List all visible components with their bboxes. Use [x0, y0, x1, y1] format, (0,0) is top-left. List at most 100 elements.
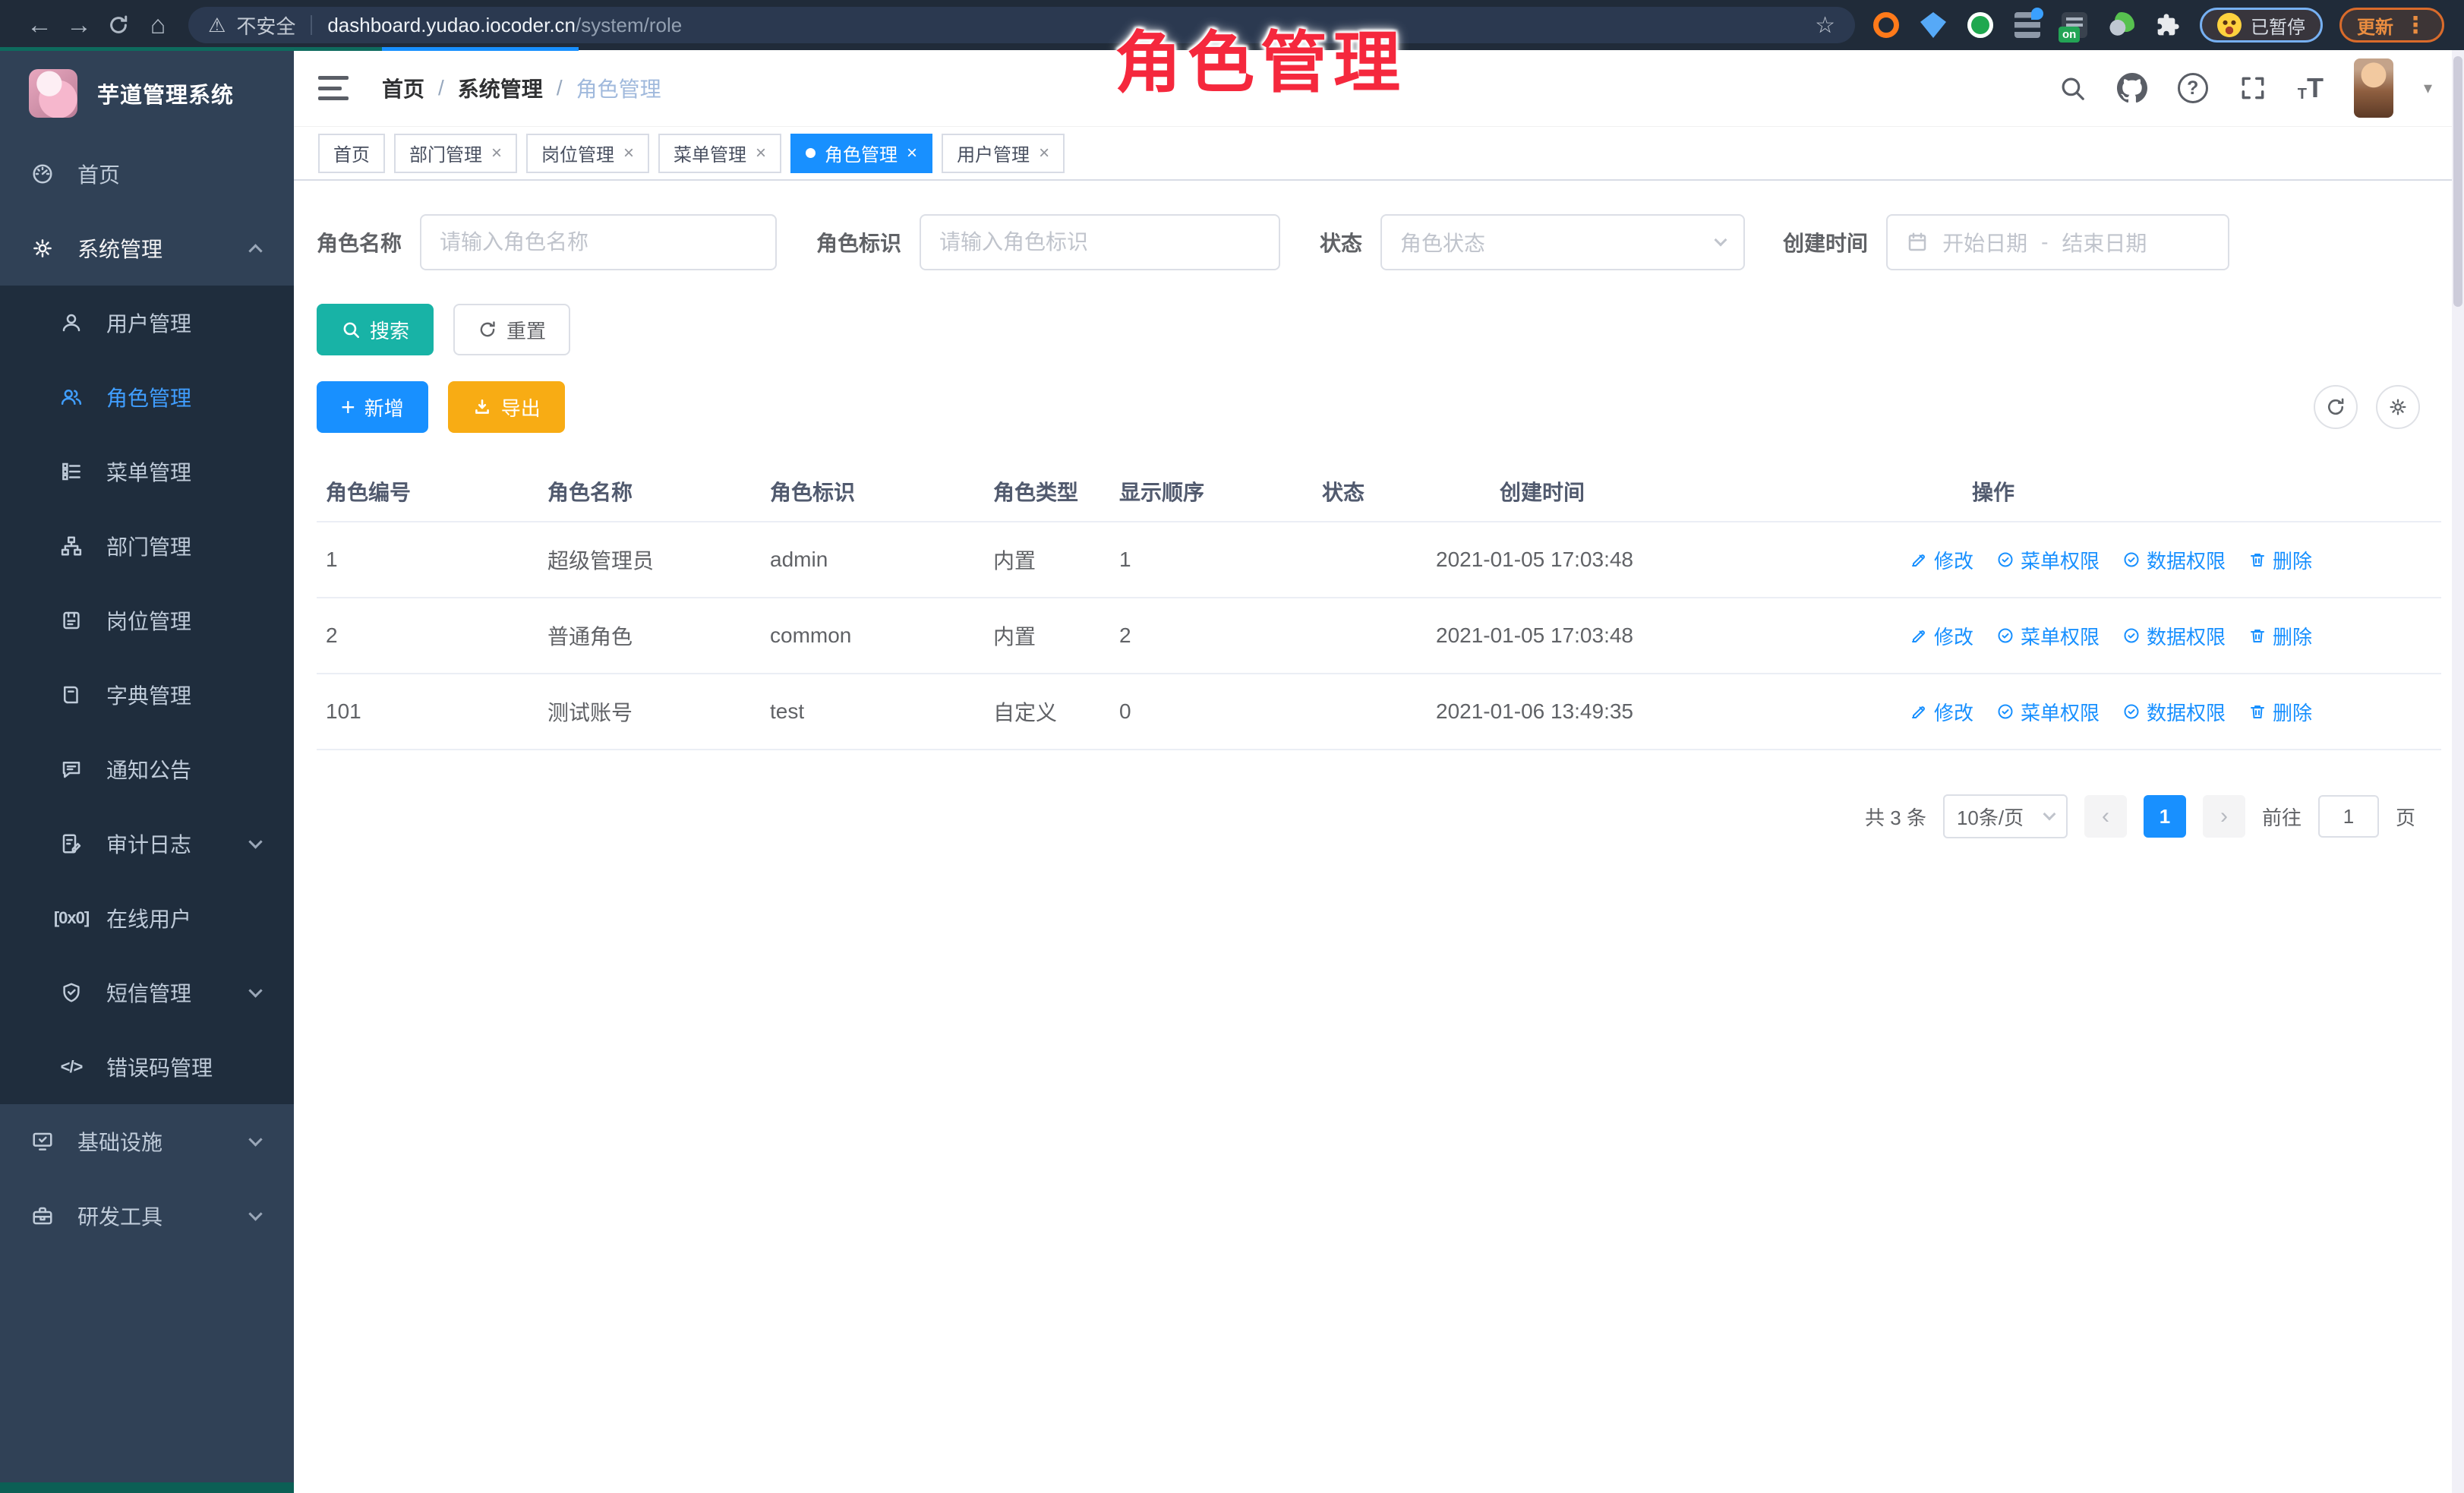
sidebar-item-sms-mgmt[interactable]: 短信管理: [0, 955, 294, 1030]
active-tab-dot: [806, 148, 816, 158]
search-icon[interactable]: [2058, 74, 2087, 103]
extensions-puzzle-icon[interactable]: [2156, 13, 2180, 37]
extension-gem-icon[interactable]: [1920, 12, 1946, 38]
data-permission-link[interactable]: 数据权限: [2122, 698, 2226, 726]
tab-close-icon[interactable]: ×: [491, 143, 502, 164]
prev-page-button[interactable]: ‹: [2084, 795, 2127, 838]
tab-user-mgmt[interactable]: 用户管理 ×: [942, 134, 1065, 173]
sidebar-item-online-users[interactable]: [0x0] 在线用户: [0, 881, 294, 955]
shield-check-icon: [59, 981, 84, 1004]
sidebar-item-audit-log[interactable]: 审计日志: [0, 806, 294, 881]
breadcrumb-home[interactable]: 首页: [382, 73, 424, 103]
menu-permission-link[interactable]: 菜单权限: [1996, 546, 2100, 574]
sidebar-item-role-mgmt[interactable]: 角色管理: [0, 360, 294, 434]
sidebar-logo-row[interactable]: 芋道管理系统: [0, 50, 294, 137]
address-bar[interactable]: ⚠ 不安全 dashboard.yudao.iocoder.cn/system/…: [188, 7, 1855, 43]
end-date-placeholder[interactable]: 结束日期: [2062, 227, 2147, 257]
user-avatar[interactable]: [2354, 58, 2393, 118]
bookmark-star-icon[interactable]: ☆: [1815, 12, 1835, 39]
start-date-placeholder[interactable]: 开始日期: [1942, 227, 2027, 257]
goto-page-input[interactable]: [2318, 795, 2379, 838]
browser-home-icon[interactable]: ⌂: [138, 11, 178, 40]
edit-link[interactable]: 修改: [1910, 546, 1973, 574]
page-size-value: 10条/页: [1957, 803, 2024, 831]
help-icon[interactable]: ?: [2178, 73, 2208, 103]
refresh-icon-button[interactable]: [2314, 385, 2358, 429]
export-button[interactable]: 导出: [448, 381, 565, 433]
sidebar-item-infrastructure[interactable]: 基础设施: [0, 1104, 294, 1179]
browser-reload-icon[interactable]: [99, 14, 138, 36]
tab-close-icon[interactable]: ×: [756, 143, 766, 164]
col-create-time: 创建时间: [1427, 476, 1864, 507]
browser-back-icon[interactable]: ←: [20, 11, 59, 40]
sidebar-submenu-system: 用户管理 角色管理 菜单管理 部门管理 岗位管理: [0, 286, 294, 1104]
tab-post-mgmt[interactable]: 岗位管理 ×: [526, 134, 649, 173]
sidebar-item-system-mgmt[interactable]: 系统管理: [0, 211, 294, 286]
breadcrumb: 首页 / 系统管理 / 角色管理: [382, 73, 661, 103]
goto-label: 前往: [2262, 803, 2302, 831]
edit-link[interactable]: 修改: [1910, 622, 1973, 650]
delete-link[interactable]: 删除: [2248, 622, 2312, 650]
date-range-picker[interactable]: 开始日期 - 结束日期: [1886, 214, 2229, 270]
profile-paused-chip[interactable]: 已暂停: [2200, 8, 2323, 43]
extension-orange-icon[interactable]: [1873, 12, 1899, 38]
page-scrollbar[interactable]: [2452, 50, 2464, 1493]
sidebar-item-dict-mgmt[interactable]: 字典管理: [0, 658, 294, 732]
chevron-down-icon: [248, 983, 262, 997]
menu-permission-link[interactable]: 菜单权限: [1996, 698, 2100, 726]
sidebar-item-error-code[interactable]: </> 错误码管理: [0, 1030, 294, 1104]
table-row: 1 超级管理员 admin 内置 1 2021-01-05 17:03:48 修…: [317, 522, 2441, 598]
page-size-select[interactable]: 10条/页: [1943, 794, 2068, 838]
tab-menu-mgmt[interactable]: 菜单管理 ×: [658, 134, 781, 173]
avatar-caret-down-icon[interactable]: ▾: [2424, 78, 2432, 98]
table-row: 2 普通角色 common 内置 2 2021-01-05 17:03:48 修…: [317, 598, 2441, 674]
hamburger-icon[interactable]: [318, 76, 349, 100]
github-icon[interactable]: [2117, 73, 2147, 103]
sidebar-item-menu-mgmt[interactable]: 菜单管理: [0, 434, 294, 509]
data-permission-link[interactable]: 数据权限: [2122, 546, 2226, 574]
sidebar-item-post-mgmt[interactable]: 岗位管理: [0, 583, 294, 658]
fullscreen-icon[interactable]: [2238, 74, 2267, 103]
sidebar-item-devtools[interactable]: 研发工具: [0, 1179, 294, 1253]
current-page-button[interactable]: 1: [2144, 795, 2186, 838]
extension-sprout-icon[interactable]: [2109, 12, 2134, 38]
extension-proxy-icon[interactable]: on: [2062, 12, 2087, 38]
status-select[interactable]: 角色状态: [1380, 214, 1745, 270]
col-role-type: 角色类型: [984, 476, 1110, 507]
tab-dept-mgmt[interactable]: 部门管理 ×: [394, 134, 517, 173]
data-permission-link[interactable]: 数据权限: [2122, 622, 2226, 650]
menu-permission-link[interactable]: 菜单权限: [1996, 622, 2100, 650]
pagination: 共 3 条 10条/页 ‹ 1 › 前往 页: [317, 794, 2441, 838]
tab-home[interactable]: 首页: [318, 134, 385, 173]
sidebar-item-dept-mgmt[interactable]: 部门管理: [0, 509, 294, 583]
tab-close-icon[interactable]: ×: [1039, 143, 1049, 164]
delete-link[interactable]: 删除: [2248, 698, 2312, 726]
tab-role-mgmt[interactable]: 角色管理 ×: [790, 134, 932, 173]
extension-green-check-icon[interactable]: [1967, 12, 1993, 38]
browser-forward-icon[interactable]: →: [59, 11, 99, 40]
sidebar-item-label: 首页: [77, 159, 120, 189]
browser-update-button[interactable]: 更新 ⋮: [2339, 8, 2444, 43]
browser-menu-kebab-icon[interactable]: ⋮: [2404, 12, 2427, 39]
roles-table: 角色编号 角色名称 角色标识 角色类型 显示顺序 状态 创建时间 操作 1 超级…: [317, 462, 2441, 750]
breadcrumb-system[interactable]: 系统管理: [458, 73, 543, 103]
gear-icon: [30, 237, 55, 260]
reset-button[interactable]: 重置: [453, 304, 570, 355]
tab-close-icon[interactable]: ×: [907, 143, 917, 164]
add-button[interactable]: + 新增: [317, 381, 428, 433]
sidebar-item-home[interactable]: 首页: [0, 137, 294, 211]
font-size-icon[interactable]: TT: [2298, 74, 2324, 102]
tab-close-icon[interactable]: ×: [623, 143, 634, 164]
column-settings-icon-button[interactable]: [2376, 385, 2420, 429]
search-button[interactable]: 搜索: [317, 304, 434, 355]
role-key-input[interactable]: [939, 230, 1260, 254]
scrollbar-thumb[interactable]: [2453, 56, 2462, 307]
extension-grid-drop-icon[interactable]: [2014, 12, 2040, 38]
sidebar-item-user-mgmt[interactable]: 用户管理: [0, 286, 294, 360]
edit-link[interactable]: 修改: [1910, 698, 1973, 726]
role-name-input[interactable]: [440, 230, 757, 254]
sidebar-item-notice[interactable]: 通知公告: [0, 732, 294, 806]
circle-check-icon: [1996, 702, 2014, 721]
next-page-button[interactable]: ›: [2203, 795, 2245, 838]
delete-link[interactable]: 删除: [2248, 546, 2312, 574]
